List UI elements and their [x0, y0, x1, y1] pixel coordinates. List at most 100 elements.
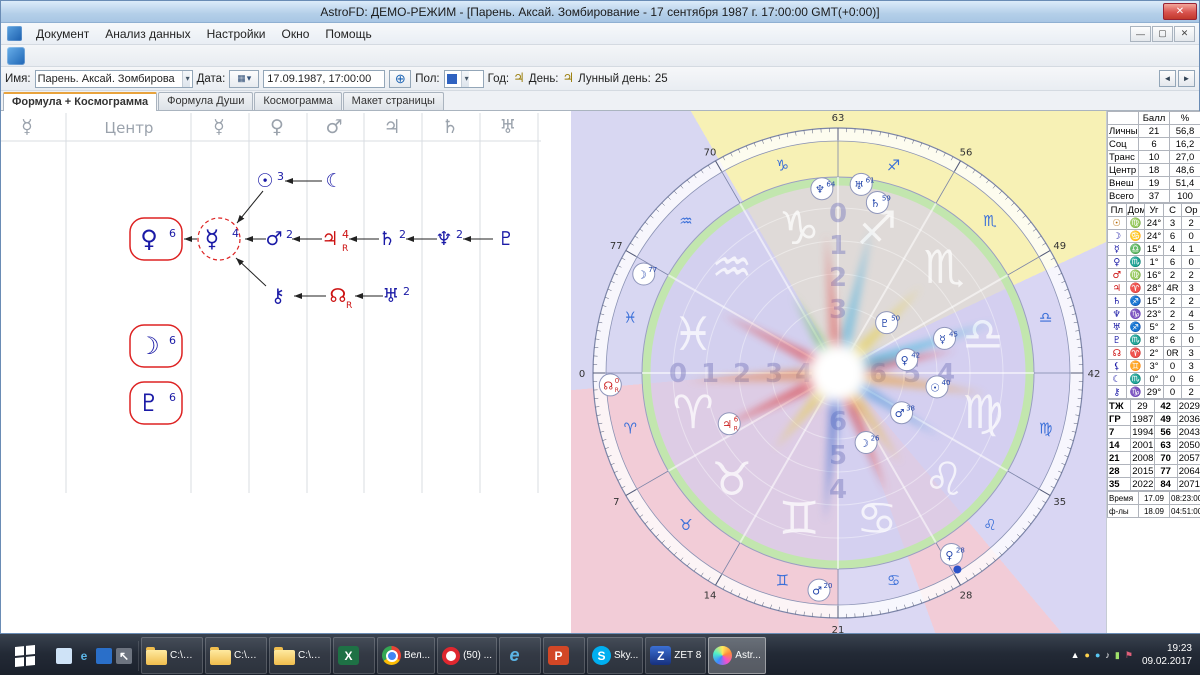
pointer-tool[interactable]: ↖: [116, 648, 132, 664]
planet-moon[interactable]: ☽77: [633, 263, 657, 285]
taskbar-app-Sky...[interactable]: SSky...: [587, 637, 643, 674]
volume[interactable]: ♪: [1105, 651, 1110, 660]
close-button[interactable]: ✕: [1163, 3, 1197, 20]
menu-item-3[interactable]: Окно: [273, 25, 317, 43]
internet-explorer[interactable]: e: [76, 648, 92, 664]
taskbar-app-ie[interactable]: e: [499, 637, 541, 674]
formula-node-pluto-center[interactable]: ♇6: [130, 382, 182, 424]
formula-arrow: [237, 191, 263, 223]
planet-jupiter[interactable]: ♃6R: [718, 413, 740, 435]
score-table: Балл%Личные2156,8Соц616,2Транс1027,0Цент…: [1107, 111, 1200, 203]
formula-node-mercury-focus[interactable]: ☿4: [198, 218, 240, 260]
formula-node-selena[interactable]: ☾: [325, 170, 342, 192]
mdi-minimize-button[interactable]: —: [1130, 26, 1151, 42]
svg-text:2: 2: [399, 228, 406, 241]
sex-select[interactable]: ▾: [444, 70, 484, 88]
formula-node-jupiter[interactable]: ♃4R: [321, 228, 349, 254]
column-header: Ор: [1182, 204, 1200, 217]
formula-node-pluto[interactable]: ♇: [497, 228, 514, 250]
lunar-day-value: 25: [655, 73, 668, 85]
cell: 3: [1182, 347, 1200, 360]
taskbar-clock[interactable]: 19:23 09.02.2017: [1138, 643, 1192, 668]
cell: ♋: [1126, 230, 1145, 243]
mdi-close-button[interactable]: ✕: [1174, 26, 1195, 42]
taskbar-app-ZET 8[interactable]: ZZET 8: [645, 637, 706, 674]
age-table: ТЖ29422029ГР1987492036719945620431420016…: [1107, 399, 1200, 491]
flag[interactable]: ⚑: [1125, 651, 1133, 660]
taskbar-app-label: Вел...: [404, 650, 430, 661]
cell: 84: [1154, 478, 1177, 491]
formula-node-mars[interactable]: ♂2: [265, 228, 293, 250]
svg-text:☉: ☉: [930, 381, 940, 394]
taskbar-app-(50) ...[interactable]: (50) ...: [437, 637, 497, 674]
next-button[interactable]: ►: [1178, 70, 1195, 87]
tray-app-blue[interactable]: ●: [1095, 651, 1100, 660]
network[interactable]: ▮: [1115, 651, 1120, 660]
window-title: AstroFD: ДЕМО-РЕЖИМ - [Парень. Аксай. Зо…: [320, 5, 879, 19]
show-desktop[interactable]: [56, 648, 72, 664]
formula-node-neptune[interactable]: ♆2: [435, 228, 463, 250]
column-header: %: [1170, 112, 1200, 125]
svg-text:♀: ♀: [945, 549, 953, 562]
browser[interactable]: [96, 648, 112, 664]
cell: 0: [1163, 360, 1182, 373]
formula-node-moon-center[interactable]: ☽6: [130, 325, 182, 367]
tab-2[interactable]: Космограмма: [254, 92, 341, 110]
calendar-button[interactable]: ▦ ▾: [229, 70, 259, 88]
globe-button[interactable]: ⊕: [389, 70, 411, 88]
tray-app-yellow[interactable]: ●: [1085, 651, 1090, 660]
cell: 4: [1182, 308, 1200, 321]
tray-expand[interactable]: ▲: [1071, 651, 1080, 660]
tab-3[interactable]: Макет страницы: [343, 92, 444, 110]
tab-1[interactable]: Формула Души: [158, 92, 253, 110]
svg-text:♄: ♄: [378, 228, 395, 250]
svg-text:0: 0: [615, 377, 619, 385]
taskbar-app-C:\U...[interactable]: C:\U...: [141, 637, 203, 674]
prev-button[interactable]: ◄: [1159, 70, 1176, 87]
date-input[interactable]: 17.09.1987, 17:00:00: [263, 70, 385, 88]
menu-item-0[interactable]: Документ: [28, 25, 97, 43]
taskbar-app-Astr...[interactable]: Astr...: [708, 637, 766, 674]
taskbar-app-Вел...[interactable]: Вел...: [377, 637, 435, 674]
windows-logo-icon: [15, 644, 35, 666]
zodiac-♏: ♏: [983, 212, 997, 230]
cell: 08:23:00: [1170, 492, 1200, 505]
menu-item-2[interactable]: Настройки: [199, 25, 274, 43]
svg-text:♃: ♃: [321, 228, 338, 250]
start-button[interactable]: [2, 636, 48, 675]
formula-node-sun[interactable]: ☉3: [256, 170, 284, 192]
cell: 28: [1108, 465, 1131, 478]
year-label: Год:: [488, 73, 510, 85]
column-header: С: [1163, 204, 1182, 217]
formula-node-chiron[interactable]: ⚷: [271, 285, 285, 307]
formula-tool-icon[interactable]: [7, 47, 25, 65]
cell: ⚸: [1108, 360, 1127, 373]
planet-north-node[interactable]: ☊0R: [599, 374, 621, 396]
clock-time: 19:23: [1167, 643, 1192, 654]
taskbar-app-C:\U...[interactable]: C:\U...: [269, 637, 331, 674]
formula-node-saturn[interactable]: ♄2: [378, 228, 406, 250]
tab-0[interactable]: Формула + Космограмма: [3, 92, 157, 111]
menu-item-4[interactable]: Помощь: [317, 25, 379, 43]
planet-table-header-row: ПлДомУгСОр: [1108, 204, 1200, 217]
svg-text:R: R: [346, 301, 352, 311]
cell: 23°: [1145, 308, 1164, 321]
cell: 77: [1154, 465, 1177, 478]
formula-node-venus-center[interactable]: ♀6: [130, 218, 182, 260]
menu-item-1[interactable]: Анализ данных: [97, 25, 198, 43]
taskbar-app-ppt[interactable]: P: [543, 637, 585, 674]
age-label-21: 21: [832, 625, 845, 633]
taskbar-app-C:\U...[interactable]: C:\U...: [205, 637, 267, 674]
cell: 16,2: [1170, 138, 1200, 151]
formula-node-north-node[interactable]: ☊R: [330, 285, 353, 311]
svg-text:45: 45: [949, 330, 958, 338]
name-select[interactable]: Парень. Аксай. Зомбирова ▾: [35, 70, 193, 88]
age-label-14: 14: [704, 591, 717, 602]
zodiac-♌: ♌: [983, 516, 996, 534]
planet-mars-2[interactable]: ♂20: [808, 579, 832, 601]
mdi-restore-button[interactable]: ▢: [1152, 26, 1173, 42]
cell: 2: [1182, 217, 1200, 230]
formula-node-uranus[interactable]: ♅2: [382, 285, 410, 307]
planet-venus-2[interactable]: ♀28: [940, 543, 964, 573]
taskbar-app-excel[interactable]: X: [333, 637, 375, 674]
